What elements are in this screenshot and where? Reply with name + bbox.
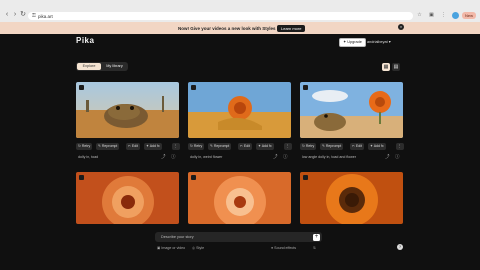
more-icon[interactable]: ⋮ <box>396 143 404 150</box>
extensions-icon[interactable]: ▣ <box>428 12 435 19</box>
info-icon[interactable]: ⓘ <box>171 154 176 160</box>
reprompt-label: Reprompt <box>325 144 342 148</box>
flower-closeup-thumbnail <box>76 172 179 224</box>
close-icon[interactable]: × <box>398 24 404 30</box>
upgrade-button[interactable]: ✦ Upgrade <box>339 38 366 47</box>
prompt-placeholder: Describe your story <box>161 235 194 239</box>
style-button[interactable]: ◎ Style <box>192 246 204 250</box>
reprompt-button[interactable]: ✎ Reprompt <box>320 143 344 150</box>
avatar[interactable] <box>452 12 459 19</box>
select-checkbox[interactable] <box>79 175 84 180</box>
card-toolbar: ↻ Retry ✎ Reprompt ✂ Edit ✦ Add fx ⋮ <box>188 143 292 151</box>
share-icon[interactable]: ⤴ <box>273 154 278 160</box>
select-checkbox[interactable] <box>191 85 196 90</box>
user-menu[interactable]: andrialbeyat ▾ <box>367 39 391 44</box>
select-checkbox[interactable] <box>191 175 196 180</box>
lock-icon: ⚿ <box>32 13 36 19</box>
flower-closeup-thumbnail <box>188 172 291 224</box>
tab-my-library[interactable]: My library <box>102 63 127 70</box>
toad-flower-thumbnail <box>300 82 403 138</box>
menu-icon[interactable]: ⋮ <box>440 12 447 19</box>
card-toolbar: ↻ Retry ✎ Reprompt ✂ Edit ✦ Add fx ⋮ <box>76 143 180 151</box>
edit-label: Edit <box>131 144 138 148</box>
add-fx-label: Add fx <box>373 144 384 148</box>
toad-thumbnail <box>76 82 179 138</box>
image-upload-button[interactable]: ▣ Image or video <box>157 246 185 250</box>
tab-explore[interactable]: Explore <box>77 63 101 70</box>
address-bar[interactable]: ⚿ pika.art <box>28 12 413 20</box>
edit-button[interactable]: ✂ Edit <box>126 143 140 150</box>
edit-button[interactable]: ✂ Edit <box>350 143 364 150</box>
share-icon[interactable]: ⤴ <box>385 154 390 160</box>
grid-view-icon[interactable]: ▦ <box>382 63 390 71</box>
chevron-down-icon: ▾ <box>388 40 391 44</box>
card-caption: low angle dolly in, toad and flower <box>302 155 356 159</box>
sound-effects-label: Sound effects <box>274 246 297 250</box>
retry-label: Retry <box>81 144 91 148</box>
add-fx-button[interactable]: ✦ Add fx <box>144 143 162 150</box>
edit-label: Edit <box>243 144 250 148</box>
reprompt-button[interactable]: ✎ Reprompt <box>208 143 232 150</box>
video-card[interactable] <box>76 82 179 138</box>
username: andrialbeyat <box>367 40 388 44</box>
flower-closeup-thumbnail <box>300 172 403 224</box>
video-card[interactable] <box>300 172 403 224</box>
select-checkbox[interactable] <box>303 85 308 90</box>
browser-chrome: ‹ › ↻ ⚿ pika.art ☆ ▣ ⋮ New <box>0 0 480 22</box>
video-card[interactable] <box>76 172 179 224</box>
edit-label: Edit <box>355 144 362 148</box>
video-card[interactable] <box>300 82 403 138</box>
info-icon[interactable]: ⓘ <box>395 154 400 160</box>
add-fx-label: Add fx <box>149 144 160 148</box>
style-label: Style <box>196 246 205 250</box>
more-icon[interactable]: ⋮ <box>284 143 292 150</box>
send-icon[interactable]: + <box>313 233 320 241</box>
more-icon[interactable]: ⋮ <box>172 143 180 150</box>
retry-label: Retry <box>305 144 315 148</box>
info-icon[interactable]: ⓘ <box>283 154 288 160</box>
card-caption: dolly in, toad <box>78 155 99 159</box>
banner-message: Now! Give your videos a new look with St… <box>178 25 276 31</box>
sparkle-icon: ✦ <box>343 40 347 44</box>
announcement-banner: Now! Give your videos a new look with St… <box>0 22 480 34</box>
list-view-icon[interactable]: ▤ <box>392 63 400 71</box>
star-icon[interactable]: ☆ <box>416 12 423 19</box>
video-card[interactable] <box>188 172 291 224</box>
share-icon[interactable]: ⤴ <box>161 154 166 160</box>
retry-button[interactable]: ↻ Retry <box>76 143 93 150</box>
add-fx-button[interactable]: ✦ Add fx <box>368 143 386 150</box>
edit-button[interactable]: ✂ Edit <box>238 143 252 150</box>
settings-icon[interactable]: ⇅ <box>313 246 316 250</box>
url-text: pika.art <box>38 13 53 19</box>
retry-button[interactable]: ↻ Retry <box>300 143 317 150</box>
image-upload-label: Image or video <box>161 246 186 250</box>
upgrade-label: Upgrade <box>347 40 362 44</box>
retry-label: Retry <box>193 144 203 148</box>
forward-icon[interactable]: › <box>11 11 19 19</box>
add-fx-label: Add fx <box>261 144 272 148</box>
select-checkbox[interactable] <box>79 85 84 90</box>
sound-effects-toggle[interactable]: ● Sound effects <box>271 246 296 250</box>
video-card[interactable] <box>188 82 291 138</box>
back-icon[interactable]: ‹ <box>3 11 11 19</box>
card-toolbar: ↻ Retry ✎ Reprompt ✂ Edit ✦ Add fx ⋮ <box>300 143 404 151</box>
select-checkbox[interactable] <box>303 175 308 180</box>
view-tabs: Explore My library <box>76 62 128 71</box>
card-caption: dolly in, weird flower <box>190 155 223 159</box>
reload-icon[interactable]: ↻ <box>19 11 27 19</box>
help-icon[interactable]: ? <box>397 244 403 250</box>
reprompt-button[interactable]: ✎ Reprompt <box>96 143 120 150</box>
add-fx-button[interactable]: ✦ Add fx <box>256 143 274 150</box>
learn-more-button[interactable]: Learn more <box>277 24 306 32</box>
prompt-input[interactable]: Describe your story + <box>155 232 322 242</box>
flower-thumbnail <box>188 82 291 138</box>
reprompt-label: Reprompt <box>101 144 118 148</box>
new-button[interactable]: New <box>462 12 477 19</box>
reprompt-label: Reprompt <box>213 144 230 148</box>
pika-logo[interactable]: Pika <box>76 36 94 45</box>
retry-button[interactable]: ↻ Retry <box>188 143 205 150</box>
